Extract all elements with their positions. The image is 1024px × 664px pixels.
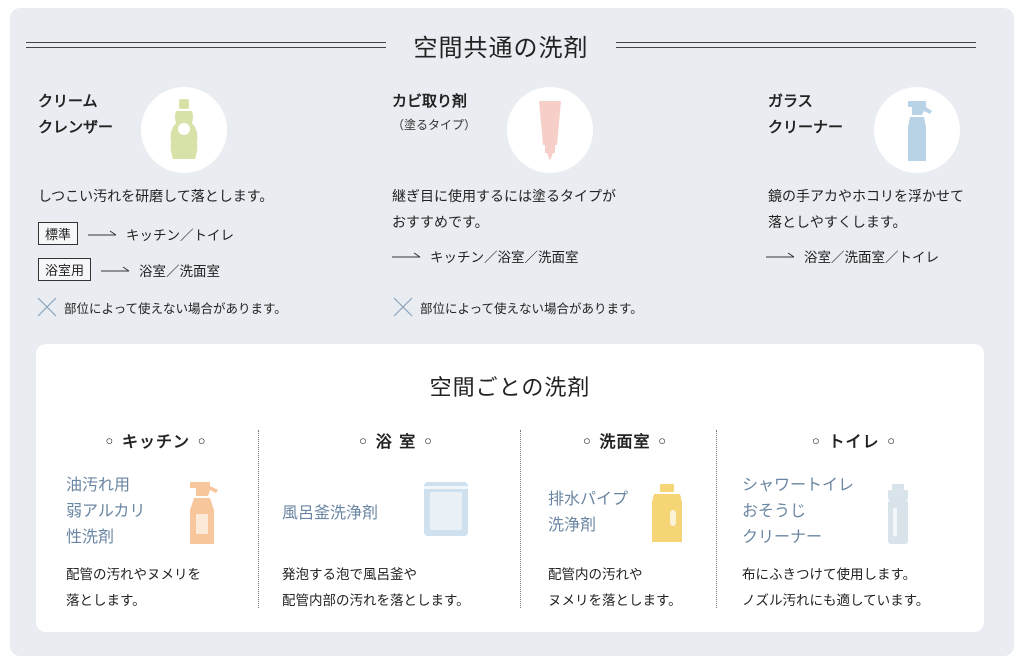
product-description: 継ぎ目に使用するには塗るタイプが おすすめです。: [392, 184, 616, 236]
product-name: シャワートイレ おそうじ クリーナー: [742, 472, 854, 550]
product-line: 弱アルカリ: [66, 501, 146, 520]
arrow-icon: [766, 251, 796, 261]
product-name-line: ガラス: [768, 92, 813, 110]
product-cream-cleanser: クリーム クレンザー: [38, 88, 113, 140]
tube-icon: [507, 87, 593, 173]
section-description: 配管の汚れやヌメリを 落とします。: [66, 562, 201, 614]
usage-places: 浴室／洗面室／トイレ: [804, 250, 939, 266]
product-line: シャワートイレ: [742, 475, 855, 494]
product-name: 排水パイプ 洗浄剤: [548, 486, 628, 538]
page-title: 空間共通の洗剤: [413, 34, 589, 62]
per-space-title: 空間ごとの洗剤: [429, 376, 591, 401]
caution-note: 部位によって使えない場合があります。: [36, 296, 287, 318]
product-line: クリーナー: [742, 527, 823, 546]
section-bath: ◦ 浴 室 ◦ 風呂釜洗浄剤 発泡する泡で風呂釜や 配管内部の汚れを落とします。: [276, 428, 516, 612]
usage-tag: 浴室用: [38, 258, 92, 281]
cleanser-bottle-icon: [141, 87, 227, 173]
product-name-line: クレンザー: [38, 118, 114, 136]
section-header: 空間共通の洗剤: [26, 30, 976, 62]
description-line: 配管内の汚れや: [548, 567, 643, 583]
description-line: 鏡の手アカやホコリを浮かせて: [768, 189, 964, 205]
toilet-spray-can-icon: [884, 482, 912, 550]
section-toilet: ◦ トイレ ◦ シャワートイレ おそうじ クリーナー 布にふきつけて使用します。…: [736, 428, 972, 612]
bath-pouch-icon: [422, 480, 470, 542]
description-line: おすすめです。: [392, 215, 489, 231]
section-divider: [520, 430, 521, 608]
usage-places: 浴室／洗面室: [139, 263, 221, 280]
section-description: 布にふきつけて使用します。 ノズル汚れにも適しています。: [742, 562, 929, 614]
product-description: しつこい汚れを研磨して落とします。: [38, 189, 274, 205]
spray-bottle-icon: [874, 87, 960, 173]
usage-row: 浴室／洗面室／トイレ: [766, 246, 939, 266]
arrow-icon: [392, 251, 422, 261]
usage-row: 標準 キッチン／トイレ: [38, 222, 234, 245]
product-line: 排水パイプ: [548, 489, 629, 508]
section-washroom: ◦ 洗面室 ◦ 排水パイプ 洗浄剤 配管内の汚れや ヌメリを落とします。: [540, 428, 710, 612]
product-name: 油汚れ用 弱アルカリ 性洗剤: [66, 472, 145, 550]
description-line: ヌメリを落とします。: [548, 593, 682, 609]
section-kitchen: ◦ キッチン ◦ 油汚れ用 弱アルカリ 性洗剤 配管の汚れやヌメリを 落とします…: [56, 428, 256, 612]
product-name-line: クリーナー: [768, 118, 844, 136]
product-description: 鏡の手アカやホコリを浮かせて 落としやすくします。: [768, 184, 964, 236]
caution-text: 部位によって使えない場合があります。: [420, 300, 643, 316]
usage-row: キッチン／浴室／洗面室: [392, 246, 579, 266]
usage-places: キッチン／浴室／洗面室: [430, 250, 579, 266]
per-space-card: 空間ごとの洗剤 ◦ キッチン ◦ 油汚れ用 弱アルカリ 性洗剤 配管の汚れやヌメ…: [36, 344, 984, 632]
cross-icon: [37, 297, 57, 317]
caution-note: 部位によって使えない場合があります。: [392, 296, 643, 318]
section-title: ◦ 洗面室 ◦: [581, 432, 669, 451]
usage-row: 浴室用 浴室／洗面室: [38, 258, 220, 281]
description-line: 落としやすくします。: [768, 215, 907, 231]
product-line: 洗浄剤: [548, 515, 597, 534]
header-rule-left: [26, 42, 386, 48]
usage-places: キッチン／トイレ: [126, 227, 235, 244]
product-name: 風呂釜洗浄剤: [282, 500, 378, 526]
product-mold-remover: カビ取り剤 （塗るタイプ）: [392, 88, 476, 133]
section-description: 発泡する泡で風呂釜や 配管内部の汚れを落とします。: [282, 562, 470, 614]
description-line: 発泡する泡で風呂釜や: [282, 567, 417, 583]
product-line: 風呂釜洗浄剤: [282, 503, 379, 522]
product-subtitle: （塗るタイプ）: [392, 118, 477, 132]
section-title: ◦ 浴 室 ◦: [357, 432, 435, 451]
section-title: ◦ トイレ ◦: [810, 432, 898, 451]
product-name-line: クリーム: [38, 92, 98, 110]
header-rule-right: [616, 42, 976, 48]
description-line: 布にふきつけて使用します。: [742, 567, 917, 583]
section-title: ◦ キッチン ◦: [104, 432, 208, 451]
product-line: 油汚れ用: [66, 475, 131, 494]
product-line: おそうじ: [742, 501, 807, 520]
description-line: 落とします。: [66, 593, 146, 609]
kitchen-spray-icon: [184, 480, 220, 550]
section-divider: [716, 430, 717, 608]
caution-text: 部位によって使えない場合があります。: [64, 300, 287, 316]
product-line: 性洗剤: [66, 527, 115, 546]
section-description: 配管内の汚れや ヌメリを落とします。: [548, 562, 682, 614]
cross-icon: [393, 297, 413, 317]
description-line: ノズル汚れにも適しています。: [742, 593, 930, 609]
usage-tag: 標準: [38, 222, 79, 245]
description-line: 配管の汚れやヌメリを: [66, 567, 201, 583]
description-line: 継ぎ目に使用するには塗るタイプが: [392, 189, 616, 205]
product-name-line: カビ取り剤: [392, 92, 468, 110]
section-divider: [258, 430, 259, 608]
arrow-icon: [101, 265, 131, 275]
description-line: 配管内部の汚れを落とします。: [282, 593, 470, 609]
product-glass-cleaner: ガラス クリーナー: [768, 88, 843, 140]
pipe-cleaner-bottle-icon: [648, 482, 686, 548]
arrow-icon: [88, 229, 118, 239]
